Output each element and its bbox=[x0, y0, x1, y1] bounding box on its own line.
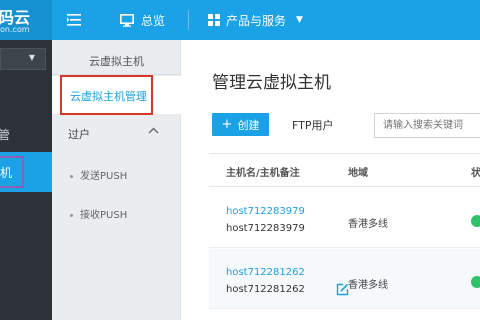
status-dot-icon bbox=[471, 276, 480, 288]
subnav-item-label: 发送PUSH bbox=[80, 171, 128, 182]
caret-down-icon: ▼ bbox=[28, 53, 35, 62]
subnav-group-transfer[interactable]: 过户 bbox=[68, 126, 90, 142]
status-dot-icon bbox=[471, 215, 480, 227]
monitor-icon bbox=[120, 13, 134, 27]
table-row: host712281262 host712281262 香港多线 bbox=[209, 249, 480, 309]
top-bar: 码云 on.com 总览 产品与服务 ▼ bbox=[0, 0, 480, 40]
host-link[interactable]: host712281262 bbox=[226, 267, 305, 278]
host-note: host712281262 bbox=[226, 284, 305, 295]
grid-icon bbox=[208, 14, 220, 26]
region-cell: 香港多线 bbox=[348, 219, 388, 230]
bullet-icon bbox=[70, 213, 73, 217]
ftp-users-button[interactable]: FTP用户 bbox=[292, 113, 334, 136]
nav-divider bbox=[188, 10, 189, 30]
bullet-icon bbox=[70, 174, 73, 178]
subnav-item-label: 接收PUSH bbox=[80, 210, 128, 221]
host-link[interactable]: host712283979 bbox=[226, 206, 305, 217]
logo[interactable]: 码云 on.com bbox=[0, 0, 52, 40]
menu-icon bbox=[67, 14, 81, 26]
table-row: host712283979 host712283979 香港多线 bbox=[209, 188, 480, 248]
search-input[interactable] bbox=[374, 113, 480, 138]
chevron-up-icon[interactable] bbox=[148, 124, 159, 137]
main-sidebar: ▼ 管 机 bbox=[0, 40, 52, 320]
nav-overview-label: 总览 bbox=[141, 13, 166, 28]
create-button[interactable]: + 创建 bbox=[212, 113, 269, 136]
caret-down-icon: ▼ bbox=[296, 15, 303, 25]
column-header-status: 状 bbox=[471, 168, 480, 179]
region-cell: 香港多线 bbox=[348, 280, 388, 291]
highlight-box-purple bbox=[0, 156, 24, 188]
nav-products[interactable]: 产品与服务 ▼ bbox=[208, 0, 303, 40]
host-note: host712283979 bbox=[226, 223, 305, 234]
plus-icon: + bbox=[221, 117, 233, 132]
highlight-box-red bbox=[60, 75, 153, 115]
menu-toggle-button[interactable] bbox=[52, 0, 96, 40]
nav-overview[interactable]: 总览 bbox=[120, 0, 165, 40]
sidebar-selector[interactable]: ▼ bbox=[0, 48, 46, 70]
create-button-label: 创建 bbox=[237, 118, 260, 132]
subnav-title: 云虚拟主机 bbox=[89, 55, 144, 68]
page-title: 管理云虚拟主机 bbox=[212, 73, 331, 93]
main-content: 管理云虚拟主机 + 创建 FTP用户 主机名/主机备注 地域 状 host712… bbox=[181, 40, 480, 320]
column-header-region: 地域 bbox=[348, 168, 368, 179]
subnav-item-receive-push[interactable]: 接收PUSH bbox=[70, 206, 127, 221]
logo-subtext: on.com bbox=[0, 25, 30, 34]
sidebar-item-label[interactable]: 管 bbox=[0, 126, 10, 143]
column-header-host: 主机名/主机备注 bbox=[226, 168, 300, 179]
table-header: 主机名/主机备注 地域 状 bbox=[209, 153, 480, 187]
subnav-item-send-push[interactable]: 发送PUSH bbox=[70, 167, 127, 182]
nav-products-label: 产品与服务 bbox=[226, 13, 287, 28]
